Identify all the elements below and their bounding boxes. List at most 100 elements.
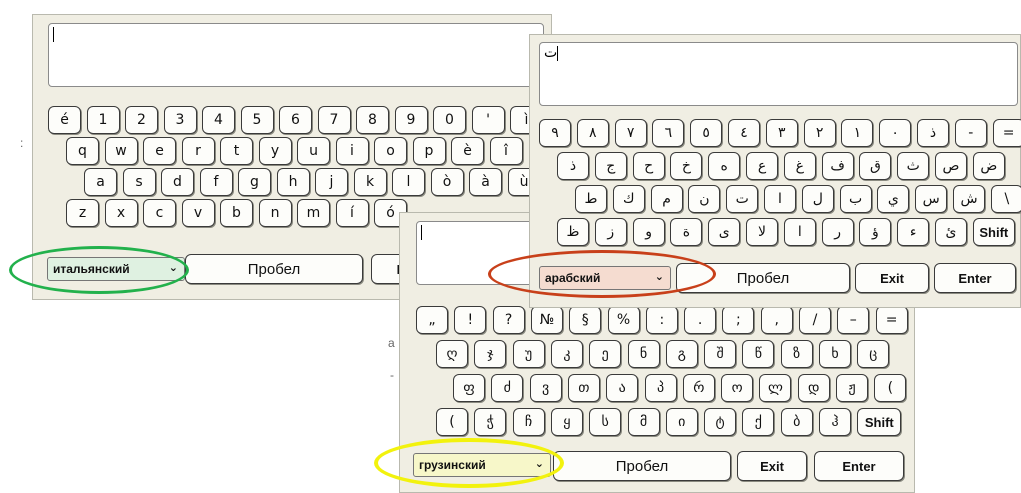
georgian-key[interactable]: ?: [492, 306, 525, 334]
arabic-text-area[interactable]: ت: [539, 42, 1018, 106]
arabic-key[interactable]: ى: [708, 218, 741, 246]
arabic-key[interactable]: ف: [821, 152, 854, 180]
georgian-key[interactable]: !: [454, 306, 487, 334]
arabic-key[interactable]: ٠: [879, 119, 912, 147]
arabic-key[interactable]: ه: [708, 152, 741, 180]
italian-space-button[interactable]: Пробел: [185, 254, 363, 284]
italian-key[interactable]: è: [451, 137, 484, 165]
georgian-space-button[interactable]: Пробел: [553, 451, 731, 481]
arabic-key[interactable]: ز: [594, 218, 627, 246]
georgian-key[interactable]: (: [874, 374, 907, 402]
arabic-key[interactable]: ع: [746, 152, 778, 180]
italian-key[interactable]: f: [199, 168, 233, 196]
georgian-key[interactable]: ჰ: [819, 408, 851, 436]
italian-key[interactable]: z: [66, 199, 99, 227]
italian-key[interactable]: ': [471, 106, 505, 134]
arabic-key[interactable]: ض: [972, 152, 1005, 180]
arabic-key[interactable]: ٩: [539, 119, 571, 147]
georgian-key[interactable]: –: [837, 306, 870, 334]
italian-key[interactable]: m: [297, 199, 330, 227]
arabic-key[interactable]: ط: [575, 185, 607, 213]
italian-key[interactable]: i: [335, 137, 369, 165]
arabic-key[interactable]: ر: [821, 218, 854, 246]
arabic-key[interactable]: ٢: [803, 119, 836, 147]
arabic-key[interactable]: ي: [877, 185, 910, 213]
italian-key[interactable]: u: [297, 137, 330, 165]
arabic-key[interactable]: ٧: [614, 119, 647, 147]
georgian-key[interactable]: შ: [704, 340, 737, 368]
arabic-key[interactable]: ٦: [652, 119, 685, 147]
italian-text-area[interactable]: [48, 23, 544, 87]
arabic-key[interactable]: ص: [935, 152, 967, 180]
georgian-key[interactable]: ღ: [436, 340, 468, 368]
georgian-key[interactable]: ყ: [550, 408, 583, 436]
georgian-enter-button[interactable]: Enter: [814, 451, 904, 481]
arabic-key[interactable]: ذ: [557, 152, 589, 180]
arabic-exit-button[interactable]: Exit: [855, 263, 929, 293]
arabic-key[interactable]: س: [915, 185, 948, 213]
italian-key[interactable]: d: [161, 168, 194, 196]
georgian-key[interactable]: „: [416, 306, 448, 334]
arabic-key[interactable]: ث: [897, 152, 930, 180]
arabic-language-select[interactable]: арабский ⌄: [539, 266, 671, 290]
italian-key[interactable]: g: [238, 168, 271, 196]
arabic-key[interactable]: و: [632, 218, 665, 246]
arabic-enter-button[interactable]: Enter: [934, 263, 1016, 293]
italian-key[interactable]: p: [412, 137, 446, 165]
arabic-key[interactable]: ق: [859, 152, 892, 180]
georgian-key[interactable]: ჭ: [474, 408, 507, 436]
italian-key[interactable]: 3: [163, 106, 197, 134]
italian-key[interactable]: h: [276, 168, 310, 196]
georgian-key[interactable]: ლ: [759, 374, 792, 402]
arabic-key[interactable]: خ: [670, 152, 703, 180]
italian-key[interactable]: q: [66, 137, 99, 165]
arabic-key[interactable]: Shift: [972, 218, 1015, 246]
georgian-key[interactable]: (: [436, 408, 468, 436]
arabic-key[interactable]: ا: [764, 185, 796, 213]
georgian-key[interactable]: ვ: [529, 374, 562, 402]
georgian-key[interactable]: რ: [682, 374, 715, 402]
arabic-key[interactable]: ل: [801, 185, 834, 213]
arabic-key[interactable]: ء: [897, 218, 930, 246]
arabic-key[interactable]: ت: [726, 185, 759, 213]
italian-language-select[interactable]: итальянский ⌄: [47, 257, 185, 281]
georgian-key[interactable]: ზ: [780, 340, 813, 368]
arabic-key[interactable]: ح: [632, 152, 665, 180]
georgian-language-select[interactable]: грузинский ⌄: [413, 453, 551, 477]
italian-key[interactable]: c: [143, 199, 176, 227]
georgian-key[interactable]: ქ: [742, 408, 775, 436]
arabic-key[interactable]: ﻻ: [746, 218, 778, 246]
georgian-key[interactable]: ;: [722, 306, 755, 334]
italian-key[interactable]: 7: [317, 106, 351, 134]
italian-key[interactable]: l: [392, 168, 425, 196]
georgian-key[interactable]: ნ: [627, 340, 660, 368]
italian-key[interactable]: î: [489, 137, 523, 165]
arabic-key[interactable]: ئ: [935, 218, 967, 246]
arabic-key[interactable]: م: [650, 185, 683, 213]
georgian-key[interactable]: დ: [797, 374, 830, 402]
georgian-key[interactable]: ,: [760, 306, 793, 334]
georgian-key[interactable]: /: [799, 306, 831, 334]
georgian-key[interactable]: პ: [644, 374, 677, 402]
italian-key[interactable]: w: [104, 137, 138, 165]
georgian-key[interactable]: ც: [857, 340, 890, 368]
italian-key[interactable]: 8: [356, 106, 389, 134]
arabic-key[interactable]: \: [990, 185, 1021, 213]
georgian-key[interactable]: ჯ: [474, 340, 507, 368]
arabic-key[interactable]: ١: [841, 119, 874, 147]
italian-key[interactable]: à: [469, 168, 502, 196]
arabic-space-button[interactable]: Пробел: [676, 263, 850, 293]
georgian-key[interactable]: =: [875, 306, 908, 334]
italian-key[interactable]: ò: [430, 168, 464, 196]
georgian-key[interactable]: უ: [512, 340, 545, 368]
georgian-key[interactable]: ი: [665, 408, 698, 436]
arabic-key[interactable]: ٤: [728, 119, 760, 147]
italian-key[interactable]: 1: [86, 106, 120, 134]
arabic-key[interactable]: ٥: [690, 119, 723, 147]
italian-key[interactable]: x: [104, 199, 138, 227]
italian-key[interactable]: y: [258, 137, 292, 165]
georgian-key[interactable]: თ: [567, 374, 600, 402]
georgian-key[interactable]: ტ: [704, 408, 737, 436]
italian-key[interactable]: o: [374, 137, 407, 165]
georgian-key[interactable]: .: [684, 306, 717, 334]
